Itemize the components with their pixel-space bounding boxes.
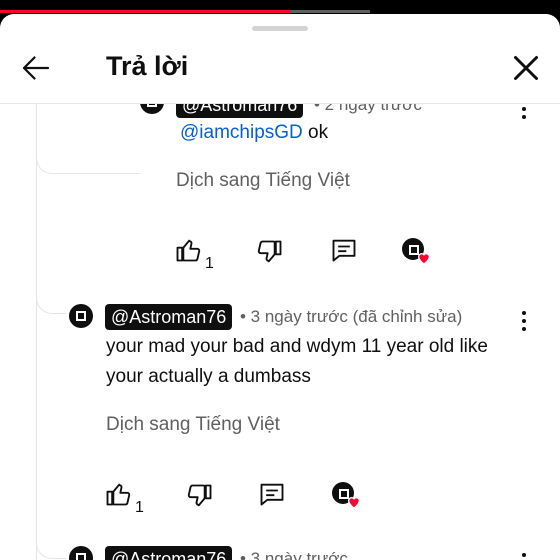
like-icon[interactable] (174, 236, 202, 264)
translate-link[interactable]: Dịch sang Tiếng Việt (176, 170, 350, 192)
comment-body: ok (308, 122, 329, 143)
thread-connector (36, 519, 66, 559)
close-icon[interactable] (508, 50, 544, 86)
more-vert-icon[interactable] (514, 308, 534, 334)
comment-author[interactable]: @Astroman76 (105, 546, 233, 560)
back-arrow-icon[interactable] (18, 50, 54, 86)
video-progress-bar (0, 0, 560, 14)
replies-sheet: @Astroman76 • 2 ngày trước @iamchipsGD o… (0, 14, 560, 560)
comment-line: your actually a dumbass (106, 366, 311, 387)
comment-text: @iamchipsGD ok (180, 118, 328, 148)
more-vert-icon[interactable] (514, 550, 534, 560)
comment-meta: • 3 ngày trước (đã chỉnh sửa) (240, 307, 463, 326)
dislike-icon[interactable] (186, 482, 214, 510)
avatar[interactable] (69, 304, 93, 328)
page-title: Trả lời (106, 51, 189, 81)
thread-connector (36, 104, 140, 174)
thread-connector (36, 274, 66, 314)
progress-buffered (290, 10, 370, 13)
translate-link[interactable]: Dịch sang Tiếng Việt (106, 414, 280, 436)
heart-icon (417, 253, 431, 265)
comment-text: your mad your bad and wdym 11 year old l… (106, 332, 488, 392)
sheet-header: Trả lời (0, 38, 560, 104)
like-count: 1 (135, 499, 144, 516)
comment-author[interactable]: @Astroman76 (105, 304, 233, 330)
thread-line (36, 104, 37, 560)
like-icon[interactable] (104, 480, 132, 508)
like-count: 1 (205, 255, 214, 272)
progress-played (0, 10, 290, 13)
avatar[interactable] (69, 546, 93, 560)
heart-icon (347, 497, 361, 509)
comment-meta: • 3 ngày trước (240, 549, 348, 560)
comment-line: your mad your bad and wdym 11 year old l… (106, 336, 488, 357)
mention-link[interactable]: @iamchipsGD (180, 122, 303, 143)
dislike-icon[interactable] (256, 238, 284, 266)
reply-icon[interactable] (330, 236, 358, 264)
reply-icon[interactable] (258, 480, 286, 508)
